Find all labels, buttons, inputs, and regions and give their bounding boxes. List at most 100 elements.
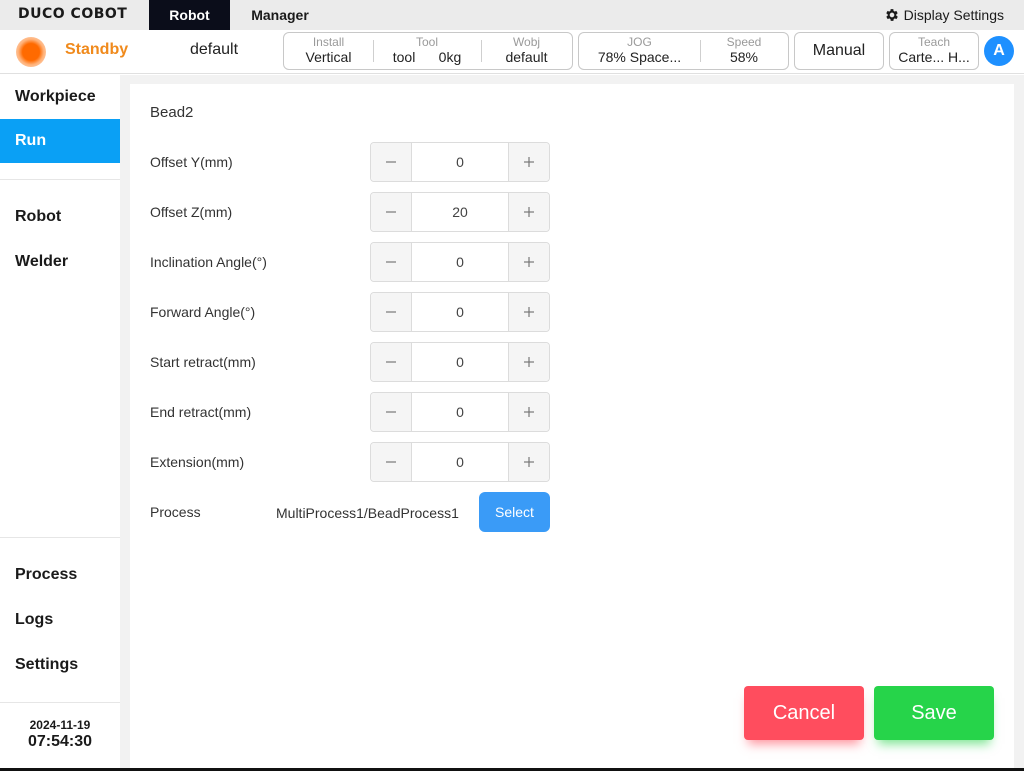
- tool-value: tool 0kg: [373, 49, 481, 66]
- tab-robot[interactable]: Robot: [149, 0, 230, 30]
- increment-button[interactable]: [508, 393, 549, 431]
- sidebar-item-settings[interactable]: Settings: [0, 643, 120, 687]
- decrement-button[interactable]: [371, 293, 412, 331]
- status-indicator-icon: [16, 37, 46, 67]
- extension-stepper[interactable]: 0: [370, 442, 550, 482]
- display-settings-button[interactable]: Display Settings: [884, 7, 1004, 23]
- cancel-button[interactable]: Cancel: [744, 686, 864, 740]
- sidebar-item-workpiece[interactable]: Workpiece: [0, 75, 120, 119]
- wobj-cell[interactable]: Wobj default: [481, 33, 572, 69]
- forward-angle-stepper[interactable]: 0: [370, 292, 550, 332]
- tool-weight: 0kg: [438, 49, 462, 65]
- increment-button[interactable]: [508, 243, 549, 281]
- process-label: Process: [150, 504, 201, 520]
- increment-button[interactable]: [508, 343, 549, 381]
- forward-angle-value[interactable]: 0: [412, 293, 508, 331]
- minus-icon: [386, 411, 396, 413]
- inclination-angle-value[interactable]: 0: [412, 243, 508, 281]
- minus-icon: [386, 311, 396, 313]
- robot-state: Standby: [65, 41, 129, 58]
- extension-value[interactable]: 0: [412, 443, 508, 481]
- sidebar-item-welder[interactable]: Welder: [0, 240, 120, 284]
- select-process-button[interactable]: Select: [479, 492, 550, 532]
- inclination-angle-label: Inclination Angle(°): [150, 254, 267, 270]
- jog-caption: JOG: [627, 35, 652, 49]
- process-value: MultiProcess1/BeadProcess1: [276, 505, 459, 521]
- jog-cell[interactable]: JOG 78% Space...: [579, 33, 700, 69]
- start-retract-label: Start retract(mm): [150, 354, 256, 370]
- tab-manager[interactable]: Manager: [239, 0, 321, 30]
- increment-button[interactable]: [508, 443, 549, 481]
- plus-icon: [524, 457, 534, 467]
- status-bar: Standby default Install Vertical Tool to…: [0, 30, 1024, 74]
- forward-angle-label: Forward Angle(°): [150, 304, 256, 320]
- offset-y-value[interactable]: 0: [412, 143, 508, 181]
- display-settings-label: Display Settings: [903, 7, 1004, 23]
- datetime-display: 2024-11-19 07:54:30: [0, 718, 120, 751]
- start-retract-stepper[interactable]: 0: [370, 342, 550, 382]
- end-retract-label: End retract(mm): [150, 404, 252, 420]
- save-button[interactable]: Save: [874, 686, 994, 740]
- install-cell[interactable]: Install Vertical: [284, 33, 373, 69]
- increment-button[interactable]: [508, 293, 549, 331]
- speed-cell[interactable]: Speed 58%: [700, 33, 788, 69]
- offset-y-label: Offset Y(mm): [150, 154, 233, 170]
- tool-cell[interactable]: Tool tool 0kg: [373, 33, 481, 69]
- teach-cell[interactable]: Teach Carte... H...: [890, 33, 978, 69]
- minus-icon: [386, 361, 396, 363]
- end-retract-stepper[interactable]: 0: [370, 392, 550, 432]
- end-retract-value[interactable]: 0: [412, 393, 508, 431]
- plus-icon: [524, 407, 534, 417]
- tool-name: tool: [392, 49, 416, 65]
- minus-icon: [386, 211, 396, 213]
- sidebar: Workpiece Run Robot Welder Process Logs …: [0, 75, 120, 769]
- offset-y-stepper[interactable]: 0: [370, 142, 550, 182]
- decrement-button[interactable]: [371, 443, 412, 481]
- manual-mode-button[interactable]: Manual: [794, 32, 884, 70]
- install-value: Vertical: [305, 49, 352, 65]
- user-avatar[interactable]: A: [984, 36, 1014, 66]
- offset-z-label: Offset Z(mm): [150, 204, 233, 220]
- inclination-angle-stepper[interactable]: 0: [370, 242, 550, 282]
- sidebar-divider: [0, 179, 120, 180]
- teach-caption: Teach: [917, 35, 951, 49]
- jog-speed-panel[interactable]: JOG 78% Space... Speed 58%: [578, 32, 789, 70]
- install-tool-wobj-panel[interactable]: Install Vertical Tool tool 0kg Wobj defa…: [283, 32, 573, 70]
- plus-icon: [524, 257, 534, 267]
- sidebar-item-robot[interactable]: Robot: [0, 195, 120, 239]
- minus-icon: [386, 161, 396, 163]
- sidebar-item-logs[interactable]: Logs: [0, 598, 120, 642]
- decrement-button[interactable]: [371, 193, 412, 231]
- gear-icon: [885, 9, 898, 21]
- date-text: 2024-11-19: [29, 718, 91, 732]
- minus-icon: [386, 261, 396, 263]
- teach-value: Carte... H...: [898, 49, 970, 65]
- sidebar-item-process[interactable]: Process: [0, 553, 120, 597]
- bead-settings-panel: [130, 84, 1014, 769]
- plus-icon: [524, 357, 534, 367]
- extension-label: Extension(mm): [150, 454, 245, 470]
- plus-icon: [524, 307, 534, 317]
- install-caption: Install: [312, 35, 345, 49]
- minus-icon: [386, 461, 396, 463]
- time-text: 07:54:30: [27, 733, 93, 750]
- offset-z-value[interactable]: 20: [412, 193, 508, 231]
- program-name: default: [190, 41, 239, 58]
- top-bar: DUCO COBOT Robot Manager Display Setting…: [0, 0, 1024, 30]
- tool-caption: Tool: [415, 35, 438, 49]
- decrement-button[interactable]: [371, 343, 412, 381]
- decrement-button[interactable]: [371, 393, 412, 431]
- sidebar-divider: [0, 702, 120, 703]
- sidebar-item-run[interactable]: Run: [0, 119, 120, 163]
- speed-value: 58%: [729, 49, 759, 65]
- decrement-button[interactable]: [371, 143, 412, 181]
- wobj-caption: Wobj: [512, 35, 541, 49]
- teach-panel[interactable]: Teach Carte... H...: [889, 32, 979, 70]
- start-retract-value[interactable]: 0: [412, 343, 508, 381]
- offset-z-stepper[interactable]: 20: [370, 192, 550, 232]
- decrement-button[interactable]: [371, 243, 412, 281]
- wobj-value: default: [505, 49, 548, 65]
- increment-button[interactable]: [508, 143, 549, 181]
- plus-icon: [524, 157, 534, 167]
- increment-button[interactable]: [508, 193, 549, 231]
